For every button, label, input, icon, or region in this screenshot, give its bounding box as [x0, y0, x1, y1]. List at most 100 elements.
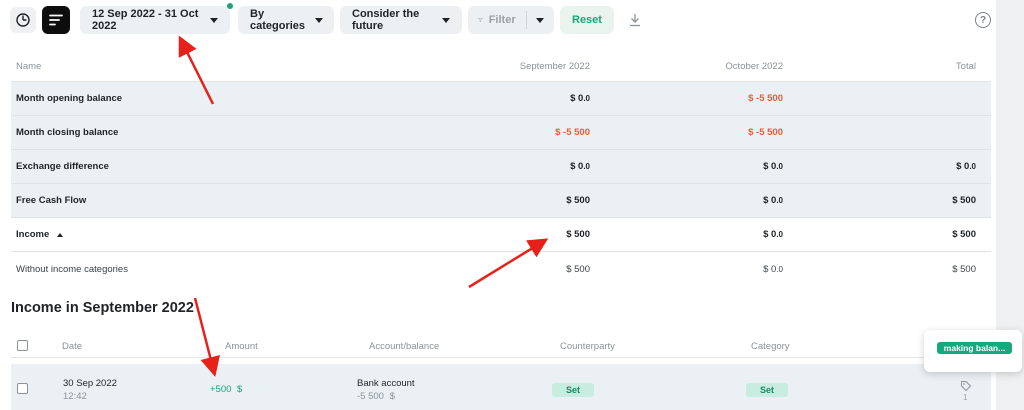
cell-total: $ 500 — [783, 229, 984, 240]
tag-label: making balan... — [937, 342, 1012, 354]
cell-value: $ -5 500 — [555, 127, 590, 138]
table-row: Month closing balance $ -5 500 $ -5 500 — [11, 116, 991, 150]
chevron-up-icon[interactable] — [57, 232, 64, 237]
row-name: Exchange difference — [16, 161, 109, 172]
row-name: Income — [11, 229, 451, 240]
column-header-september: September 2022 — [519, 61, 590, 72]
account-balance: -5 500 $ — [357, 391, 395, 402]
transaction-row[interactable]: 30 Sep 2022 12:42 +500 $ Bank account -5… — [11, 364, 991, 410]
calendar-view-button[interactable] — [10, 7, 36, 33]
select-all-checkbox[interactable] — [17, 340, 28, 351]
table-row[interactable]: Without income categories $ 500 $ 0.0 $ … — [11, 252, 991, 286]
transactions-header-row: Date Amount Account/balance Counterparty… — [11, 334, 991, 358]
cell-october: $ 0.0 — [590, 264, 783, 275]
date-range-picker[interactable]: 12 Sep 2022 - 31 Oct 2022 — [80, 3, 233, 34]
help-icon[interactable]: ? — [975, 12, 991, 28]
future-label: Consider the future — [352, 8, 420, 32]
balance-currency: $ — [389, 391, 395, 402]
cell-october: $ 0.0 — [590, 229, 783, 240]
cell-total: $ 500 — [783, 264, 984, 275]
tag-tooltip: making balan... — [924, 330, 1022, 372]
cell-cents: .0 — [776, 230, 783, 239]
row-checkbox[interactable] — [17, 383, 28, 394]
cell-cents: .0 — [776, 162, 783, 171]
download-button[interactable] — [624, 9, 646, 31]
row-name: Month closing balance — [16, 127, 119, 138]
filter-button[interactable]: Filter — [468, 6, 554, 34]
section-title: Income in September 2022 — [11, 300, 194, 316]
download-icon — [629, 14, 640, 27]
chevron-down-icon[interactable] — [536, 17, 544, 23]
cell-value: $ -5 500 — [748, 127, 783, 138]
chevron-down-icon — [210, 17, 218, 23]
cell-value: $ 500 — [566, 229, 590, 240]
column-header-counterparty: Counterparty — [560, 341, 615, 352]
summary-table: Name September 2022 October 2022 Total M… — [11, 52, 991, 286]
cell-value: $ 0 — [763, 229, 777, 240]
amount-value: +500 — [210, 384, 232, 395]
amount-currency: $ — [237, 384, 243, 395]
category-set-button[interactable]: Set — [746, 383, 788, 397]
row-name: Month opening balance — [16, 93, 123, 104]
cell-september: $ 500 — [451, 229, 590, 240]
cell-september: $ 500 — [451, 264, 590, 275]
row-name: Without income categories — [16, 263, 128, 275]
cell-total: $ 500 — [783, 195, 984, 206]
cell-value: $ 500 — [952, 263, 976, 275]
filter-funnel-icon — [478, 18, 483, 22]
reset-button[interactable]: Reset — [560, 6, 614, 34]
counterparty-set-button[interactable]: Set — [552, 383, 594, 397]
account-name: Bank account — [357, 378, 415, 389]
cell-october: $ -5 500 — [590, 93, 783, 104]
future-dropdown[interactable]: Consider the future — [340, 6, 462, 34]
cell-october: $ 0.0 — [590, 195, 783, 206]
changed-indicator-dot — [227, 3, 233, 9]
income-row[interactable]: Income $ 500 $ 0.0 $ 500 — [11, 218, 991, 252]
cell-september: $ 500 — [451, 195, 590, 206]
cell-value: $ -5 500 — [748, 93, 783, 104]
cell-value: $ 0 — [763, 263, 777, 275]
clock-icon — [16, 13, 30, 27]
cell-cents: .0 — [583, 162, 590, 171]
row-name: Free Cash Flow — [16, 195, 87, 206]
column-header-total: Total — [955, 61, 976, 72]
group-by-dropdown[interactable]: By categories — [238, 6, 334, 34]
transaction-time: 12:42 — [63, 391, 87, 402]
toolbar: 12 Sep 2022 - 31 Oct 2022 By categories … — [10, 3, 646, 34]
report-lines-icon — [49, 14, 63, 26]
cell-value: $ 500 — [566, 195, 590, 206]
column-header-date: Date — [62, 341, 83, 352]
transaction-amount: +500 $ — [210, 384, 242, 395]
cell-cents: .0 — [583, 94, 590, 103]
chevron-down-icon — [442, 17, 450, 23]
column-header-amount: Amount — [225, 341, 258, 352]
cell-october: $ 0.0 — [590, 161, 783, 172]
cell-value: $ 500 — [952, 229, 976, 240]
cell-september: $ -5 500 — [451, 127, 590, 138]
cell-value: $ 0 — [763, 195, 777, 206]
cell-value: $ 0 — [570, 161, 584, 172]
date-range-label: 12 Sep 2022 - 31 Oct 2022 — [92, 8, 199, 32]
balance-value: -5 500 — [357, 391, 384, 402]
column-header-name: Name — [16, 61, 42, 72]
group-by-label: By categories — [250, 8, 306, 32]
cell-total: $ 0.0 — [783, 161, 984, 172]
cell-september: $ 0.0 — [451, 93, 590, 104]
tag-count: 1 — [963, 393, 968, 402]
cell-cents: .0 — [776, 264, 783, 274]
cell-october: $ -5 500 — [590, 127, 783, 138]
cell-value: $ 500 — [952, 195, 976, 206]
summary-header-row: Name September 2022 October 2022 Total — [11, 52, 991, 82]
table-row: Exchange difference $ 0.0 $ 0.0 $ 0.0 — [11, 150, 991, 184]
report-view-button[interactable] — [42, 6, 70, 34]
tag-icon[interactable] — [960, 380, 972, 392]
cell-value: $ 0 — [763, 161, 777, 172]
column-header-october: October 2022 — [725, 61, 783, 72]
column-header-category: Category — [751, 341, 790, 352]
table-row: Free Cash Flow $ 500 $ 0.0 $ 500 — [11, 184, 991, 218]
filter-label: Filter — [488, 14, 516, 26]
cell-value: $ 0 — [570, 93, 584, 104]
cell-september: $ 0.0 — [451, 161, 590, 172]
cell-cents: .0 — [776, 196, 783, 205]
cell-value: $ 0 — [956, 161, 970, 172]
